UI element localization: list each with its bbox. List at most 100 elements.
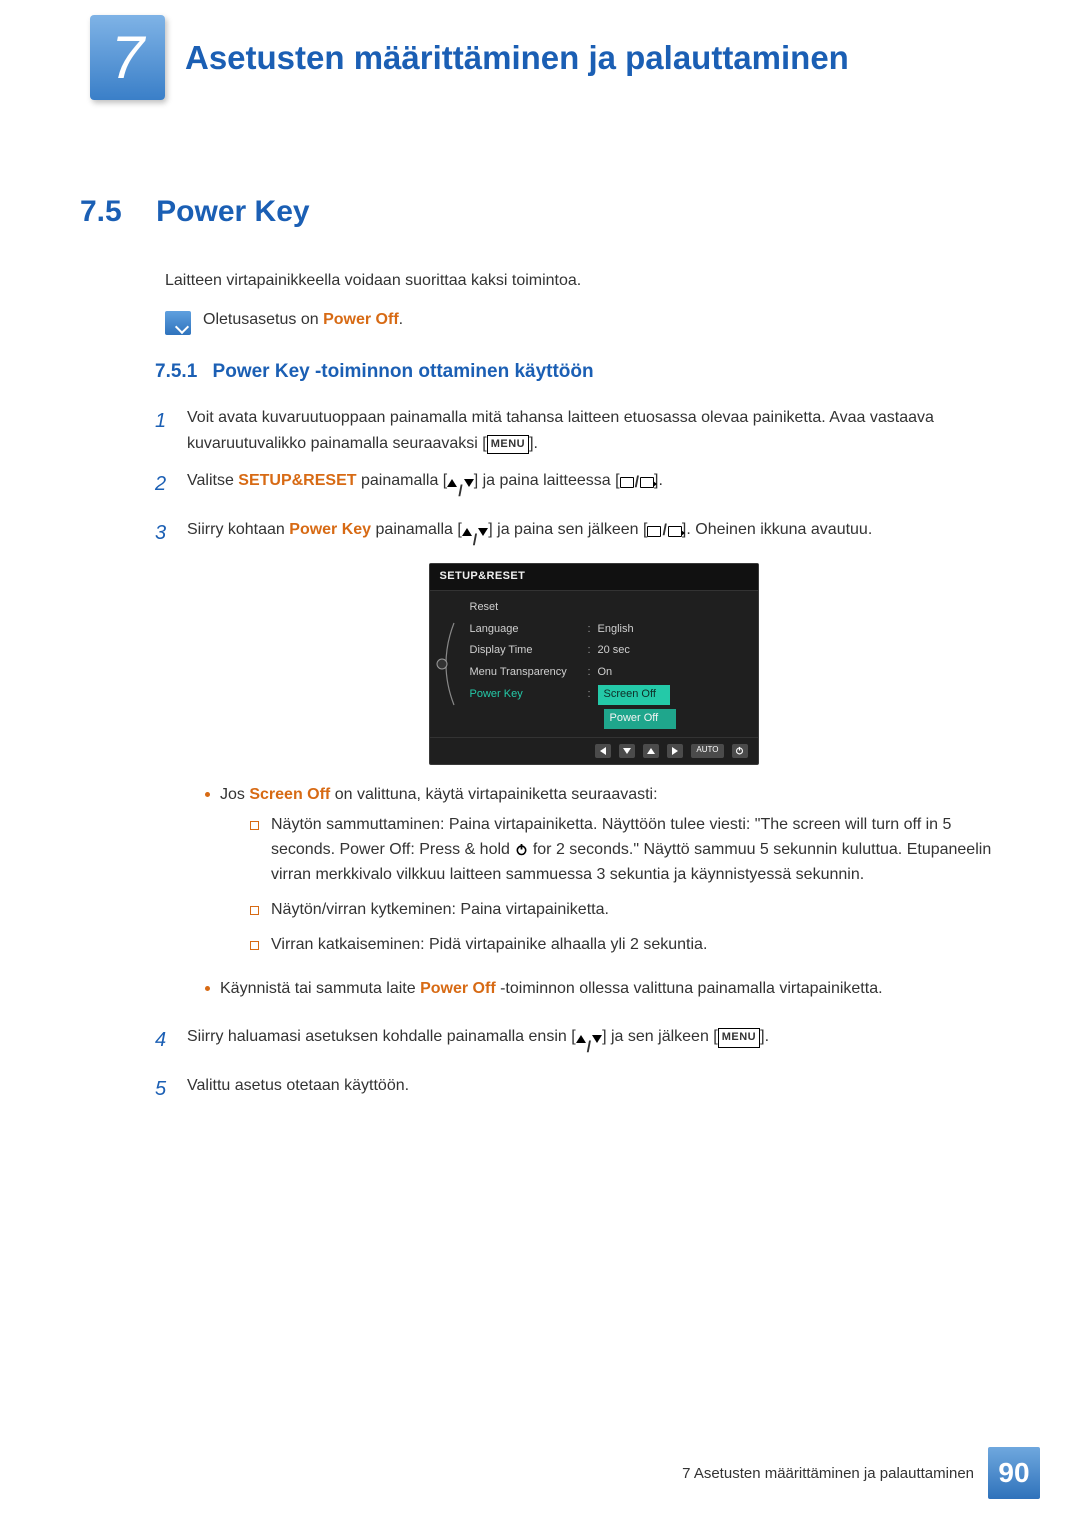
osd-value: English <box>598 621 750 639</box>
source-icon: / <box>620 470 654 496</box>
rect-icon <box>647 526 661 537</box>
step-body: Voit avata kuvaruutuoppaan painamalla mi… <box>187 405 1000 456</box>
slash: / <box>458 479 462 505</box>
note-row: Oletusasetus on Power Off. <box>165 311 1000 335</box>
slash: / <box>587 1035 591 1061</box>
t: ]. <box>760 1028 769 1045</box>
t: painamalla [ <box>371 521 462 538</box>
power-key-label: Power Key <box>289 521 371 538</box>
rect-arrow-icon <box>668 526 682 537</box>
colon: : <box>588 642 598 660</box>
step-text: Voit avata kuvaruutuoppaan painamalla mi… <box>187 409 934 452</box>
triangle-up-icon <box>462 528 472 536</box>
step-number: 4 <box>155 1024 173 1061</box>
osd-auto-button: AUTO <box>691 744 723 758</box>
page-number: 90 <box>988 1447 1040 1499</box>
step-number: 2 <box>155 468 173 505</box>
chapter-title: Asetusten määrittäminen ja palauttaminen <box>185 39 849 77</box>
colon: : <box>588 686 598 704</box>
page-footer: 7 Asetusten määrittäminen ja palauttamin… <box>682 1447 1040 1499</box>
up-down-icon: / <box>576 1035 602 1061</box>
osd-value: 20 sec <box>598 642 750 660</box>
osd-footer: AUTO <box>430 737 758 764</box>
step-4: 4 Siirry haluamasi asetuksen kohdalle pa… <box>155 1024 1000 1061</box>
triangle-down-icon <box>464 479 474 487</box>
sub-item-1: Näytön sammuttaminen: Paina virtapainike… <box>250 813 1000 887</box>
sub-item-3: Virran katkaiseminen: Pidä virtapainike … <box>250 933 1000 958</box>
slash: / <box>473 528 477 554</box>
note-text: Oletusasetus on Power Off. <box>203 311 403 329</box>
bullet-screen-off: Jos Screen Off on valittuna, käytä virta… <box>205 783 1000 968</box>
step-5: 5 Valittu asetus otetaan käyttöön. <box>155 1073 1000 1105</box>
slash: / <box>662 518 666 544</box>
note-suffix: . <box>399 311 403 328</box>
note-icon <box>165 311 191 335</box>
subsection-number: 7.5.1 <box>155 361 197 382</box>
step-body: Valitse SETUP&RESET painamalla [ / ] ja pa… <box>187 468 1000 505</box>
osd-up-icon <box>643 744 659 758</box>
t: Käynnistä tai sammuta laite <box>220 980 420 997</box>
osd-title: SETUP&RESET <box>430 564 758 591</box>
t: Jos <box>220 786 249 803</box>
triangle-down-icon <box>478 528 488 536</box>
osd-power-icon <box>732 744 748 758</box>
step-number: 5 <box>155 1073 173 1105</box>
triangle-down-icon <box>592 1035 602 1043</box>
t: Siirry haluamasi asetuksen kohdalle pain… <box>187 1028 576 1045</box>
step-number: 3 <box>155 517 173 1012</box>
subsection-title: Power Key -toiminnon ottaminen käyttöön <box>213 361 594 382</box>
osd-row-display-time: Display Time:20 sec <box>464 640 750 662</box>
step-number: 1 <box>155 405 173 456</box>
t: painamalla [ <box>357 472 448 489</box>
note-highlight: Power Off <box>323 311 399 328</box>
source-icon: / <box>647 518 681 544</box>
osd-body: Reset Language:English Display Time:20 s… <box>430 591 758 731</box>
t: Valitse <box>187 472 238 489</box>
triangle-up-icon <box>576 1035 586 1043</box>
power-off-label: Power Off <box>420 980 496 997</box>
t: Siirry kohtaan <box>187 521 289 538</box>
slash: / <box>635 470 639 496</box>
osd-panel: SETUP&RESET Reset Language:English Displ… <box>429 563 759 764</box>
osd-list: Reset Language:English Display Time:20 s… <box>464 597 758 731</box>
osd-option-screen-off: Screen Off <box>598 685 670 705</box>
setup-reset-label: SETUP&RESET <box>238 472 356 489</box>
chapter-number-badge: 7 <box>90 15 165 100</box>
note-prefix: Oletusasetus on <box>203 311 323 328</box>
t: Näytön/virran kytkeminen: Paina virtapai… <box>271 898 609 923</box>
menu-key: MENU <box>487 435 529 455</box>
chapter-header: 7 Asetusten määrittäminen ja palauttamin… <box>0 0 1080 110</box>
t: on valittuna, käytä virtapainiketta seur… <box>330 786 657 803</box>
osd-label: Language <box>470 621 588 639</box>
t: ] ja paina sen jälkeen [ <box>488 521 647 538</box>
osd-row-power-off: Power Off <box>464 707 750 731</box>
step-body: Valittu asetus otetaan käyttöön. <box>187 1073 1000 1105</box>
step-body: Siirry haluamasi asetuksen kohdalle pain… <box>187 1024 1000 1061</box>
menu-key: MENU <box>718 1028 760 1048</box>
bullet-list: Jos Screen Off on valittuna, käytä virta… <box>205 783 1000 1003</box>
rect-icon <box>620 477 634 488</box>
sub-list: Näytön sammuttaminen: Paina virtapainike… <box>250 813 1000 957</box>
intro-paragraph: Laitteen virtapainikkeella voidaan suori… <box>165 269 1000 293</box>
bullet-body: Käynnistä tai sammuta laite Power Off -t… <box>220 977 883 1002</box>
t: ]. Oheinen ikkuna avautuu. <box>682 521 872 538</box>
osd-label: Reset <box>470 599 588 617</box>
bullet-body: Jos Screen Off on valittuna, käytä virta… <box>220 783 1000 968</box>
osd-down-icon <box>619 744 635 758</box>
bullet-power-off: Käynnistä tai sammuta laite Power Off -t… <box>205 977 1000 1002</box>
section-title: Power Key <box>156 195 309 229</box>
osd-option-power-off: Power Off <box>604 709 676 729</box>
t: Virran katkaiseminen: Pidä virtapainike … <box>271 933 707 958</box>
t: Näytön sammuttaminen: Paina virtapainike… <box>271 813 1000 887</box>
screen-off-label: Screen Off <box>249 786 330 803</box>
sub-item-2: Näytön/virran kytkeminen: Paina virtapai… <box>250 898 1000 923</box>
osd-curve-icon <box>430 597 464 731</box>
power-icon <box>514 843 528 857</box>
osd-screenshot: SETUP&RESET Reset Language:English Displ… <box>187 563 1000 764</box>
page-content: 7.5 Power Key Laitteen virtapainikkeella… <box>0 110 1080 1105</box>
t: ] ja paina laitteessa [ <box>474 472 620 489</box>
step-1: 1 Voit avata kuvaruutuoppaan painamalla … <box>155 405 1000 456</box>
osd-label: Menu Transparency <box>470 664 588 682</box>
up-down-icon: / <box>447 479 473 505</box>
t: ] ja sen jälkeen [ <box>602 1028 718 1045</box>
